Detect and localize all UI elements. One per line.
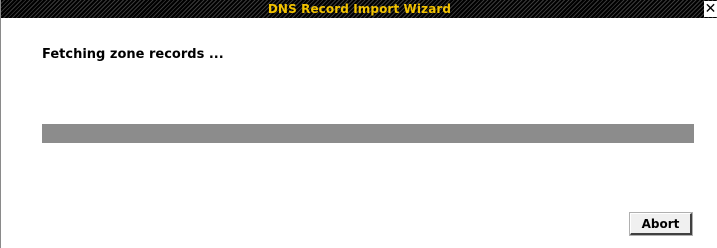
dialog-titlebar: DNS Record Import Wizard ✕: [1, 0, 717, 18]
dns-import-wizard-dialog: DNS Record Import Wizard ✕ Fetching zone…: [0, 0, 717, 248]
progress-bar: [42, 124, 694, 143]
abort-button[interactable]: Abort: [629, 212, 693, 236]
progress-bar-fill: [42, 124, 694, 143]
status-message: Fetching zone records ...: [42, 47, 224, 62]
close-icon[interactable]: ✕: [704, 1, 717, 17]
dialog-title: DNS Record Import Wizard: [267, 2, 452, 16]
